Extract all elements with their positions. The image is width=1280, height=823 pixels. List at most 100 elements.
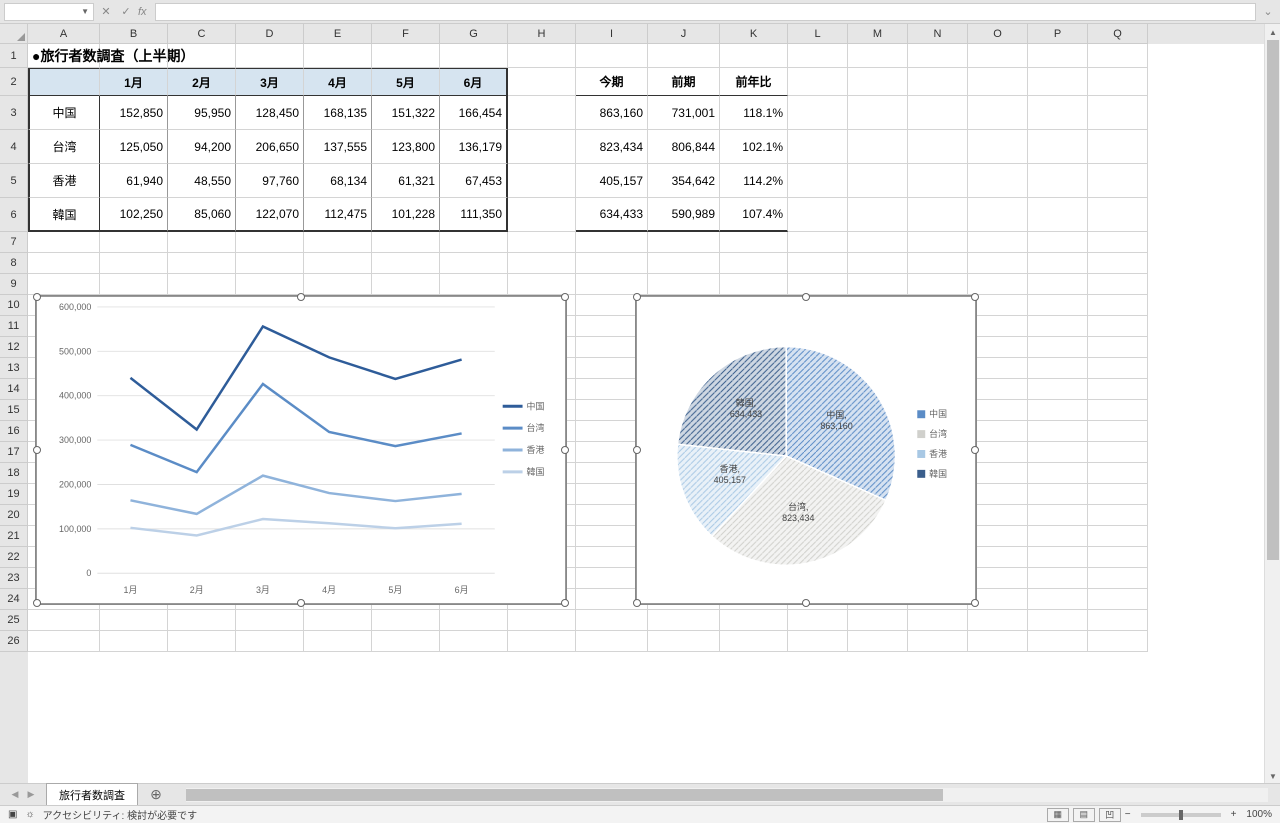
cell[interactable] [848, 610, 908, 631]
cell[interactable]: 67,453 [440, 164, 508, 198]
cell[interactable] [304, 274, 372, 295]
cell[interactable] [968, 421, 1028, 442]
cell[interactable]: 152,850 [100, 96, 168, 130]
cell[interactable] [848, 232, 908, 253]
cell[interactable] [1088, 547, 1148, 568]
cell[interactable]: 823,434 [576, 130, 648, 164]
cell[interactable]: 48,550 [168, 164, 236, 198]
cell[interactable] [968, 400, 1028, 421]
cell[interactable]: 112,475 [304, 198, 372, 232]
cell[interactable] [576, 232, 648, 253]
cell[interactable] [168, 631, 236, 652]
cell[interactable]: 4月 [304, 68, 372, 96]
cell[interactable] [508, 610, 576, 631]
column-header[interactable]: M [848, 24, 908, 44]
cell[interactable] [440, 44, 508, 68]
cell[interactable] [508, 68, 576, 96]
cell[interactable]: 台湾 [28, 130, 100, 164]
cell[interactable] [1088, 505, 1148, 526]
chevron-down-icon[interactable]: ▼ [81, 7, 89, 16]
cell[interactable]: 123,800 [372, 130, 440, 164]
cell[interactable]: 107.4% [720, 198, 788, 232]
row-header[interactable]: 5 [0, 164, 28, 198]
cell[interactable] [372, 610, 440, 631]
cell[interactable] [1088, 421, 1148, 442]
cell[interactable] [720, 274, 788, 295]
cell[interactable] [1088, 96, 1148, 130]
cell[interactable] [236, 631, 304, 652]
cell[interactable] [1028, 96, 1088, 130]
cell[interactable] [100, 44, 168, 68]
cell[interactable] [1028, 44, 1088, 68]
cell[interactable] [788, 44, 848, 68]
cell[interactable] [788, 232, 848, 253]
cell[interactable] [28, 631, 100, 652]
cell[interactable] [848, 130, 908, 164]
column-header[interactable]: Q [1088, 24, 1148, 44]
cell[interactable] [1028, 253, 1088, 274]
enter-icon[interactable]: ✓ [118, 4, 134, 20]
cell[interactable] [1028, 337, 1088, 358]
cell[interactable] [788, 631, 848, 652]
cell[interactable] [1088, 253, 1148, 274]
cell[interactable] [100, 253, 168, 274]
column-header[interactable]: E [304, 24, 372, 44]
pie-chart[interactable]: 中国,863,160台湾,823,434香港,405,157韓国,634,433… [636, 296, 976, 604]
cell[interactable] [1088, 526, 1148, 547]
cell[interactable] [648, 44, 720, 68]
cell[interactable] [440, 631, 508, 652]
cell[interactable] [1028, 442, 1088, 463]
formula-input[interactable] [155, 3, 1256, 21]
cell[interactable] [1088, 463, 1148, 484]
cell[interactable] [1088, 610, 1148, 631]
cell[interactable] [576, 253, 648, 274]
cell[interactable] [968, 68, 1028, 96]
cell[interactable] [168, 274, 236, 295]
cell[interactable] [1088, 484, 1148, 505]
cell[interactable]: 590,989 [648, 198, 720, 232]
cell[interactable] [440, 232, 508, 253]
cell[interactable] [968, 568, 1028, 589]
row-header[interactable]: 17 [0, 442, 28, 463]
cell[interactable] [1088, 568, 1148, 589]
cell[interactable]: 68,134 [304, 164, 372, 198]
cell[interactable] [968, 547, 1028, 568]
cell[interactable]: 97,760 [236, 164, 304, 198]
column-header[interactable]: G [440, 24, 508, 44]
cell[interactable] [440, 610, 508, 631]
cell[interactable] [236, 610, 304, 631]
cell[interactable]: 95,950 [168, 96, 236, 130]
horizontal-scrollbar[interactable] [186, 788, 1268, 802]
cell[interactable] [968, 253, 1028, 274]
cell[interactable] [908, 68, 968, 96]
cell[interactable] [908, 130, 968, 164]
cell[interactable] [908, 44, 968, 68]
cell[interactable] [1028, 589, 1088, 610]
name-box[interactable]: ▼ [4, 3, 94, 21]
cell[interactable] [508, 164, 576, 198]
cell[interactable] [720, 232, 788, 253]
cell[interactable]: 111,350 [440, 198, 508, 232]
cell[interactable] [1088, 198, 1148, 232]
zoom-level[interactable]: 100% [1246, 809, 1272, 820]
cell[interactable]: 136,179 [440, 130, 508, 164]
scroll-up-icon[interactable]: ▲ [1265, 24, 1280, 40]
column-header[interactable]: D [236, 24, 304, 44]
cell[interactable] [848, 164, 908, 198]
column-header[interactable]: O [968, 24, 1028, 44]
cell[interactable] [968, 463, 1028, 484]
row-header[interactable]: 6 [0, 198, 28, 232]
cell[interactable]: 166,454 [440, 96, 508, 130]
cell[interactable] [848, 631, 908, 652]
cell[interactable] [968, 505, 1028, 526]
cell[interactable] [1088, 316, 1148, 337]
column-header[interactable]: F [372, 24, 440, 44]
cell[interactable]: 102,250 [100, 198, 168, 232]
scroll-down-icon[interactable]: ▼ [1265, 768, 1280, 784]
column-header[interactable]: J [648, 24, 720, 44]
cell[interactable] [1028, 68, 1088, 96]
cell[interactable] [788, 164, 848, 198]
cell[interactable] [1028, 164, 1088, 198]
cell[interactable] [788, 68, 848, 96]
cell[interactable] [1028, 232, 1088, 253]
